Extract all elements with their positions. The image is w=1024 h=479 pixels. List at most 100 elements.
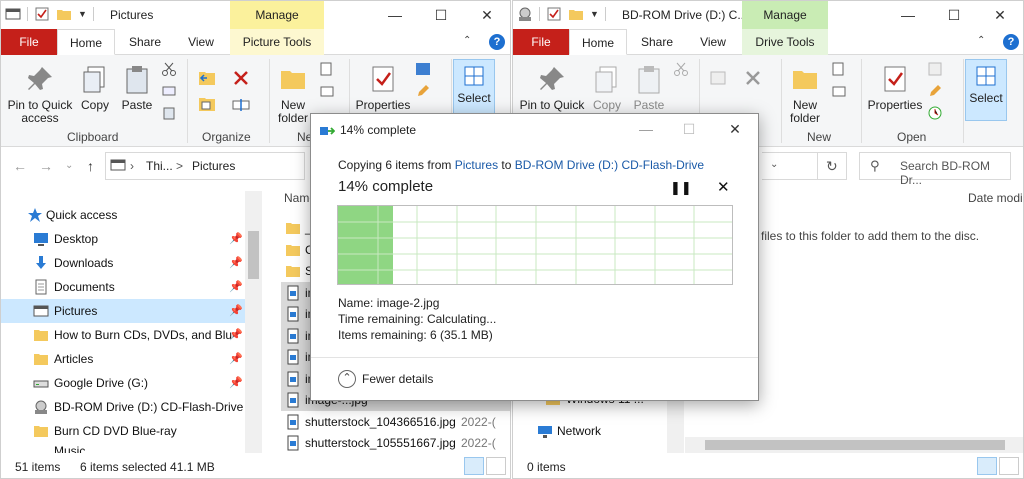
open-image-icon[interactable] [415,61,431,77]
pin-icon[interactable]: 📌 [229,323,243,347]
pin-icon[interactable]: 📌 [229,275,243,299]
tab-share[interactable]: Share [629,29,685,55]
easy-access-icon[interactable] [831,83,847,99]
breadcrumb-pictures[interactable]: Pictures [192,159,235,173]
nav-pictures[interactable]: Pictures 📌 [1,299,246,323]
new-item-icon[interactable] [319,61,335,77]
copy-button[interactable]: Copy [75,63,115,112]
pin-to-quick-access-button[interactable]: Pin to Quick access [5,63,75,125]
move-to-icon[interactable] [709,69,729,87]
tab-view[interactable]: View [685,29,741,55]
easy-access-icon[interactable] [319,83,335,99]
pin-icon[interactable]: 📌 [229,251,243,275]
column-header-date[interactable]: Date modi [968,191,1023,213]
dialog-close-button[interactable]: ✕ [718,116,752,142]
maximize-button[interactable]: ☐ [931,1,977,29]
copy-path-icon[interactable] [161,83,177,99]
nav-network[interactable]: Network [513,419,683,443]
tab-file[interactable]: File [1,29,57,55]
new-folder-button[interactable]: New folder [273,63,313,125]
tab-view[interactable]: View [173,29,229,55]
nav-music[interactable]: Music [1,443,246,453]
properties-button[interactable]: Properties [355,63,411,112]
scroll-thumb[interactable] [705,440,1005,450]
dialog-minimize-button[interactable]: — [629,116,663,142]
search-box[interactable]: ⚲ Search BD-ROM Dr... [859,152,1011,187]
refresh-button[interactable]: ↻ [817,152,847,180]
help-icon[interactable]: ? [1003,34,1019,50]
close-button[interactable]: ✕ [464,1,510,29]
open-icon[interactable] [927,61,943,77]
tab-drive-tools[interactable]: Drive Tools [742,29,828,55]
quick-access-dropdown-icon[interactable]: ▼ [78,9,87,19]
properties-quick-icon[interactable] [34,6,50,22]
quick-access-dropdown-icon[interactable]: ▼ [590,9,599,19]
history-icon[interactable] [927,105,943,121]
recent-locations-icon[interactable]: ⌄ [65,160,73,171]
new-folder-quick-icon[interactable] [568,6,584,22]
tab-home[interactable]: Home [569,29,627,55]
paste-shortcut-icon[interactable] [161,105,177,121]
new-folder-quick-icon[interactable] [56,6,72,22]
collapse-ribbon-icon[interactable]: ⌃ [463,35,471,46]
details-view-button[interactable] [464,457,484,475]
dialog-maximize-button[interactable]: ☐ [672,116,706,142]
rename-icon[interactable] [232,97,250,113]
address-bar-end[interactable]: ⌄ [762,152,818,180]
new-item-icon[interactable] [831,61,847,77]
move-to-icon[interactable] [197,69,217,87]
properties-quick-icon[interactable] [546,6,562,22]
copy-button[interactable]: Copy [587,63,627,112]
fewer-details-button[interactable]: ⌃ Fewer details [338,370,433,388]
file-row[interactable]: shutterstock_105551667.jpg 2022-( [281,432,510,454]
tab-file[interactable]: File [513,29,569,55]
maximize-button[interactable]: ☐ [418,1,464,29]
nav-quick-access[interactable]: Quick access [1,203,246,227]
nav-google-drive[interactable]: Google Drive (G:) 📌 [1,371,246,395]
address-bar[interactable]: › Thi... > Pictures [105,152,305,180]
nav-downloads[interactable]: Downloads 📌 [1,251,246,275]
pin-icon[interactable]: 📌 [229,347,243,371]
nav-articles[interactable]: Articles 📌 [1,347,246,371]
tab-share[interactable]: Share [117,29,173,55]
address-dropdown-icon[interactable]: ⌄ [770,159,778,170]
tab-home[interactable]: Home [57,29,115,55]
pin-icon[interactable]: 📌 [229,227,243,251]
minimize-button[interactable]: — [372,1,418,29]
file-row[interactable]: shutterstock_104366516.jpg 2022-( [281,411,510,433]
minimize-button[interactable]: — [885,1,931,29]
back-button[interactable]: ← [13,158,27,174]
scroll-thumb[interactable] [248,231,259,279]
pin-icon[interactable]: 📌 [229,371,243,395]
forward-button[interactable]: → [39,158,53,174]
cut-icon[interactable] [161,61,177,77]
cut-icon[interactable] [673,61,689,77]
close-button[interactable]: ✕ [977,1,1023,29]
nav-documents[interactable]: Documents 📌 [1,275,246,299]
edit-icon[interactable] [415,83,431,99]
help-icon[interactable]: ? [489,34,505,50]
pause-button[interactable]: ❚❚ [670,180,692,196]
nav-bd-rom-drive[interactable]: BD-ROM Drive (D:) CD-Flash-Drive [1,395,246,419]
paste-button[interactable]: Paste [117,63,157,112]
breadcrumb-this-pc[interactable]: Thi... [146,159,173,173]
source-link[interactable]: Pictures [455,158,498,172]
large-icons-view-button[interactable] [999,457,1019,475]
delete-icon[interactable] [232,69,250,87]
new-folder-button[interactable]: New folder [785,63,825,125]
select-button[interactable]: Select [453,59,495,121]
horizontal-scrollbar[interactable] [685,437,1023,453]
copy-to-icon[interactable] [197,95,217,113]
select-button[interactable]: Select [965,59,1007,121]
cancel-button[interactable]: ✕ [717,178,730,196]
nav-how-to-burn[interactable]: How to Burn CDs, DVDs, and Blu- 📌 [1,323,246,347]
nav-burn-cd-folder[interactable]: Burn CD DVD Blue-ray [1,419,246,443]
nav-scrollbar[interactable] [245,191,262,453]
nav-desktop[interactable]: Desktop 📌 [1,227,246,251]
paste-button[interactable]: Paste [629,63,669,112]
large-icons-view-button[interactable] [486,457,506,475]
up-button[interactable]: ↑ [87,158,94,174]
properties-button[interactable]: Properties [867,63,923,112]
collapse-ribbon-icon[interactable]: ⌃ [977,35,985,46]
tab-picture-tools[interactable]: Picture Tools [230,29,324,55]
